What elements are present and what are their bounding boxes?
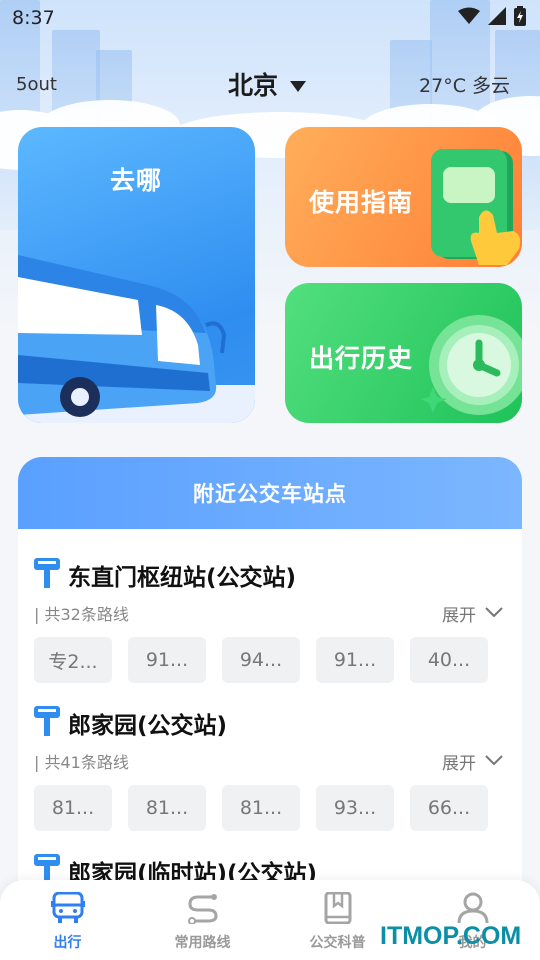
caret-down-icon <box>290 70 307 99</box>
route-icon <box>186 892 220 928</box>
tab-routes[interactable]: 常用路线 <box>143 892 263 952</box>
status-time: 8:37 <box>12 7 55 29</box>
chevron-down-icon <box>484 751 504 771</box>
expand-button[interactable]: 展开 <box>442 749 504 774</box>
route-chip[interactable]: 81... <box>34 785 112 831</box>
tab-routes-label: 常用路线 <box>174 935 231 951</box>
city-selector[interactable]: 北京 <box>228 66 307 102</box>
guide-book-icon <box>427 145 522 267</box>
route-count: | 共41条路线 <box>34 753 129 772</box>
card-history[interactable]: 出行历史 <box>285 283 522 423</box>
signal-icon <box>488 6 506 30</box>
nearby-title: 附近公交车站点 <box>193 482 347 506</box>
station-item[interactable]: 东直门枢纽站(公交站) | 共32条路线 展开 专2... 91... 94..… <box>18 553 522 683</box>
header: 5out 北京 27°C 多云 <box>0 62 540 106</box>
city-name: 北京 <box>228 71 279 100</box>
card-go[interactable]: 去哪 <box>18 127 255 423</box>
route-chip[interactable]: 66... <box>410 785 488 831</box>
nearby-header: 附近公交车站点 <box>18 457 522 529</box>
route-chip[interactable]: 93... <box>316 785 394 831</box>
expand-button[interactable]: 展开 <box>442 601 504 626</box>
route-chip[interactable]: 91... <box>316 637 394 683</box>
bus-illustration <box>18 215 255 423</box>
card-go-title: 去哪 <box>110 166 163 195</box>
wifi-icon <box>458 7 480 30</box>
tab-science-label: 公交科普 <box>309 935 366 951</box>
expand-label: 展开 <box>442 753 476 774</box>
route-chip[interactable]: 94... <box>222 637 300 683</box>
bus-stop-icon <box>34 706 60 740</box>
station-item[interactable]: 郎家园(公交站) | 共41条路线 展开 81... 81... 81... 9… <box>18 701 522 831</box>
route-chip[interactable]: 专2... <box>34 637 112 683</box>
route-chip[interactable]: 40... <box>410 637 488 683</box>
weather-text: 27°C 多云 <box>419 74 510 97</box>
route-chip[interactable]: 91... <box>128 637 206 683</box>
route-chip[interactable]: 81... <box>222 785 300 831</box>
station-name: 郎家园(公交站) <box>68 713 228 739</box>
bus-icon <box>50 891 85 928</box>
card-history-title: 出行历史 <box>309 344 414 373</box>
battery-icon <box>514 5 526 31</box>
watermark: ITMOP.COM <box>380 922 522 950</box>
card-guide[interactable]: 使用指南 <box>285 127 522 267</box>
station-name: 东直门枢纽站(公交站) <box>68 565 297 591</box>
chevron-down-icon <box>484 603 504 623</box>
expand-label: 展开 <box>442 605 476 626</box>
bus-stop-icon <box>34 558 60 592</box>
tab-travel[interactable]: 出行 <box>8 891 128 952</box>
clock-icon <box>421 307 522 421</box>
route-count: | 共32条路线 <box>34 605 129 624</box>
header-left-text[interactable]: 5out <box>16 74 57 95</box>
book-icon <box>321 891 355 928</box>
card-guide-title: 使用指南 <box>309 188 414 217</box>
route-chip[interactable]: 81... <box>128 785 206 831</box>
tab-travel-label: 出行 <box>53 935 82 951</box>
status-bar: 8:37 <box>0 0 540 36</box>
